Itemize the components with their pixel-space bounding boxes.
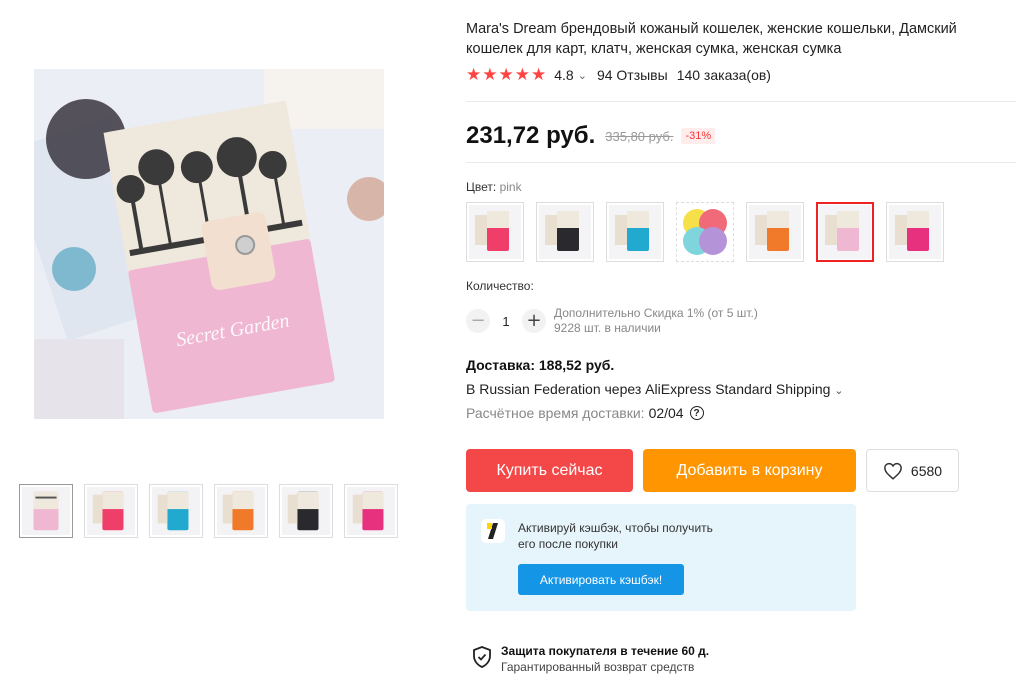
- wishlist-count: 6580: [910, 462, 943, 479]
- buyer-protection: Защита покупателя в течение 60 д. Гарант…: [472, 643, 709, 675]
- thumbnail-pink[interactable]: [19, 484, 73, 538]
- wallet-photo: Secret Garden: [34, 69, 384, 419]
- thumbnail-blue[interactable]: [149, 484, 203, 538]
- wishlist-button[interactable]: 6580: [866, 449, 959, 492]
- orders-count: 140 заказа(ов): [676, 67, 771, 83]
- swatch-orange[interactable]: [746, 202, 804, 262]
- cashback-text-line2: его после покупки: [518, 537, 618, 551]
- star-icon: ★: [514, 65, 530, 84]
- protection-title: Защита покупателя в течение 60 д.: [501, 644, 710, 658]
- color-label: Цвет: pink: [466, 180, 522, 194]
- thumbnail-orange[interactable]: [214, 484, 268, 538]
- activate-cashback-button[interactable]: Активировать кэшбэк!: [518, 564, 684, 595]
- shipping-eta-label: Расчётное время доставки:: [466, 405, 645, 421]
- quantity-notes: Дополнительно Скидка 1% (от 5 шт.) 9228 …: [554, 306, 758, 336]
- swatch-hot-pink[interactable]: [886, 202, 944, 262]
- old-price: 335,80 руб.: [605, 128, 674, 144]
- current-price: 231,72 руб.: [466, 122, 596, 149]
- star-icon: ★: [531, 65, 547, 84]
- quantity-decrease-button[interactable]: −: [466, 309, 490, 333]
- shield-icon: [473, 646, 491, 668]
- quantity-stepper: − 1 + Дополнительно Скидка 1% (от 5 шт.)…: [466, 306, 758, 336]
- star-icon: ★: [498, 65, 514, 84]
- swatch-pink[interactable]: [816, 202, 874, 262]
- quantity-label: Количество:: [466, 279, 534, 293]
- product-title: Mara's Dream брендовый кожаный кошелек, …: [466, 21, 957, 57]
- heart-icon: [884, 462, 902, 480]
- thumbnail-red[interactable]: [84, 484, 138, 538]
- help-icon[interactable]: ?: [689, 406, 704, 420]
- product-main-image[interactable]: Secret Garden: [34, 69, 384, 419]
- shipping-method-text[interactable]: В Russian Federation через AliExpress St…: [466, 381, 830, 397]
- shipping-eta: Расчётное время доставки: 02/04 ?: [466, 405, 704, 421]
- chevron-down-icon[interactable]: ⌄: [834, 385, 843, 397]
- shipping-title: Доставка: 188,52 руб.: [466, 357, 615, 373]
- discount-badge: -31%: [681, 128, 716, 144]
- bulk-discount-note: Дополнительно Скидка 1% (от 5 шт.): [554, 306, 758, 320]
- shipping-eta-date: 02/04: [648, 405, 684, 421]
- divider: [466, 162, 1016, 163]
- rating-value[interactable]: 4.8: [554, 67, 573, 83]
- shipping-method[interactable]: В Russian Federation через AliExpress St…: [466, 381, 844, 397]
- add-to-cart-button[interactable]: Добавить в корзину: [643, 449, 856, 492]
- reviews-link[interactable]: 94 Отзывы: [597, 67, 668, 83]
- color-swatches: [466, 202, 944, 262]
- swatch-black[interactable]: [536, 202, 594, 262]
- color-selected-value: pink: [499, 180, 522, 194]
- swatch-red[interactable]: [466, 202, 524, 262]
- chevron-down-icon[interactable]: ⌄: [578, 69, 587, 82]
- stock-note: 9228 шт. в наличии: [554, 321, 661, 335]
- star-icon: ★: [466, 65, 482, 84]
- quantity-value[interactable]: 1: [490, 314, 522, 329]
- star-icon: ★: [482, 65, 498, 84]
- cashback-logo-icon: [481, 519, 505, 543]
- color-label-text: Цвет:: [466, 180, 497, 194]
- buy-now-button[interactable]: Купить сейчас: [466, 449, 633, 492]
- cashback-banner: Активируй кэшбэк, чтобы получить его пос…: [466, 504, 856, 611]
- protection-subtitle: Гарантированный возврат средств: [501, 660, 695, 674]
- quantity-increase-button[interactable]: +: [522, 309, 546, 333]
- thumbnail-strip: [19, 484, 398, 538]
- swatch-blue[interactable]: [606, 202, 664, 262]
- swatch-multicolor[interactable]: [676, 202, 734, 262]
- divider: [466, 101, 1016, 102]
- thumbnail-black[interactable]: [279, 484, 333, 538]
- price-row: 231,72 руб. 335,80 руб. -31%: [466, 122, 716, 150]
- cashback-text: Активируй кэшбэк, чтобы получить его пос…: [518, 520, 758, 552]
- rating-stars: ★ ★ ★ ★ ★: [466, 66, 546, 84]
- thumbnail-hot-pink[interactable]: [344, 484, 398, 538]
- rating-row: ★ ★ ★ ★ ★ 4.8 ⌄ 94 Отзывы 140 заказа(ов): [466, 66, 771, 84]
- cashback-text-line1: Активируй кэшбэк, чтобы получить: [518, 521, 713, 535]
